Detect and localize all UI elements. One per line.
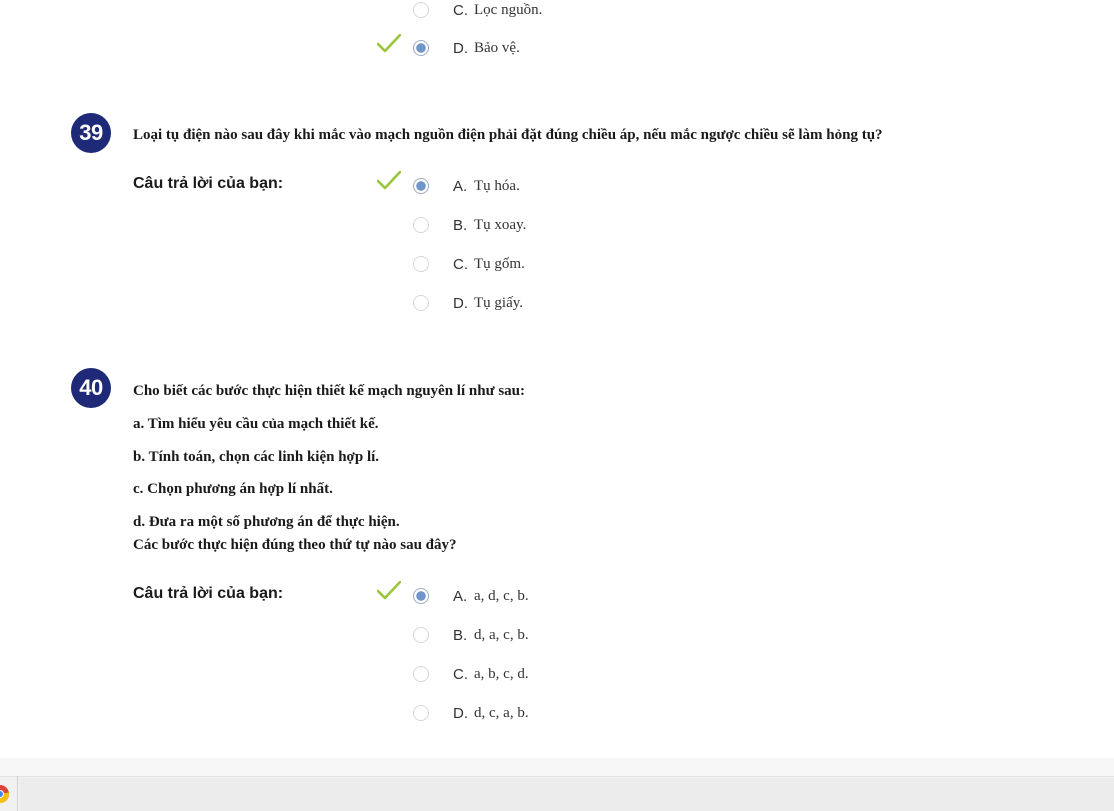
option-letter: C. [453, 665, 468, 683]
radio-button[interactable] [413, 295, 429, 311]
option-text: Bảo vệ. [474, 39, 520, 56]
option-letter: A. [453, 587, 468, 605]
radio-button[interactable] [413, 2, 429, 18]
quiz-results-page: C. Lọc nguồn. D. Bảo vệ. 39 Loại tụ điện… [0, 0, 1114, 811]
chrome-icon[interactable] [0, 785, 9, 803]
radio-button-selected[interactable] [413, 40, 429, 56]
question-number-badge: 40 [71, 368, 111, 408]
option-letter: A. [453, 177, 468, 195]
question-text: Cho biết các bước thực hiện thiết kế mạc… [133, 383, 525, 399]
checkmark-icon [377, 581, 401, 600]
option-letter: C. [453, 1, 468, 19]
checkmark-icon [377, 171, 401, 190]
radio-button[interactable] [413, 666, 429, 682]
radio-button[interactable] [413, 217, 429, 233]
radio-button[interactable] [413, 627, 429, 643]
question-prompt: Các bước thực hiện đúng theo thứ tự nào … [133, 537, 457, 553]
question-number-badge: 39 [71, 113, 111, 153]
radio-button[interactable] [413, 705, 429, 721]
question-step-b: b. Tính toán, chọn các linh kiện hợp lí. [133, 449, 380, 465]
option-text: Tụ gốm. [474, 255, 525, 272]
option-letter: D. [453, 39, 468, 57]
question-step-c: c. Chọn phương án hợp lí nhất. [133, 481, 333, 497]
option-text: d, c, a, b. [474, 704, 529, 721]
taskbar-window-area[interactable] [20, 778, 1114, 811]
question-text: Loại tụ điện nào sau đây khi mắc vào mạc… [133, 127, 883, 143]
option-text: d, a, c, b. [474, 626, 529, 643]
question-step-a: a. Tìm hiểu yêu cầu của mạch thiết kế. [133, 416, 379, 432]
taskbar-divider [17, 776, 18, 811]
radio-button-selected[interactable] [413, 178, 429, 194]
page-footer-strip [0, 758, 1114, 776]
option-text: a, b, c, d. [474, 665, 529, 682]
checkmark-icon [377, 34, 401, 53]
option-letter: C. [453, 255, 468, 273]
option-text: Tụ hóa. [474, 177, 520, 194]
answer-label: Câu trả lời của bạn: [133, 175, 284, 192]
question-step-d: d. Đưa ra một số phương án để thực hiện. [133, 514, 400, 530]
option-letter: D. [453, 294, 468, 312]
radio-button[interactable] [413, 256, 429, 272]
answer-label: Câu trả lời của bạn: [133, 585, 284, 602]
option-text: Tụ xoay. [474, 216, 527, 233]
option-text: Lọc nguồn. [474, 1, 543, 18]
option-letter: D. [453, 704, 468, 722]
option-text: Tụ giấy. [474, 294, 524, 311]
radio-button-selected[interactable] [413, 588, 429, 604]
option-letter: B. [453, 626, 468, 644]
option-text: a, d, c, b. [474, 587, 529, 604]
option-letter: B. [453, 216, 468, 234]
